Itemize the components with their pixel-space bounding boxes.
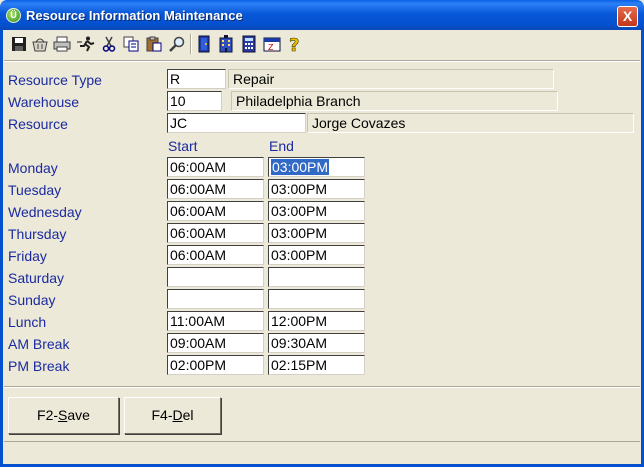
save-icon[interactable]	[9, 33, 29, 55]
schedule-row-label: Saturday	[8, 270, 65, 286]
svg-text:Z: Z	[268, 43, 274, 52]
resource-type-description: Repair	[228, 69, 554, 89]
calculator-icon[interactable]	[239, 33, 259, 55]
help-icon[interactable]: ?	[285, 33, 305, 55]
start-time-input[interactable]: 06:00AM	[167, 223, 264, 243]
warehouse-input[interactable]: 10	[167, 91, 222, 111]
schedule-row-label: Lunch	[8, 314, 47, 330]
paste-icon[interactable]	[144, 33, 164, 55]
start-column-header: Start	[168, 138, 198, 154]
resource-type-input[interactable]: R	[167, 69, 226, 89]
end-time-input[interactable]: 03:00PM	[268, 201, 365, 221]
calendar-icon[interactable]: Z	[262, 33, 282, 55]
start-time-input[interactable]: 06:00AM	[167, 157, 264, 177]
end-time-input[interactable]: 03:00PM	[268, 223, 365, 243]
end-time-input[interactable]	[268, 267, 365, 287]
save-button-hotkey: S	[58, 407, 68, 423]
toolbar: Z ?	[4, 31, 640, 57]
find-icon[interactable]	[167, 33, 187, 55]
status-bar	[4, 441, 640, 464]
copy-icon[interactable]	[121, 33, 141, 55]
toolbar-separator	[190, 34, 192, 54]
end-column-header: End	[269, 138, 294, 154]
warehouse-description: Philadelphia Branch	[231, 91, 558, 111]
schedule-row-label: Friday	[8, 248, 47, 264]
schedule-row-label: Wednesday	[8, 204, 82, 220]
svg-text:?: ?	[289, 35, 299, 53]
start-time-input[interactable]: 09:00AM	[167, 333, 264, 353]
window-frame-left	[0, 30, 3, 467]
start-time-input[interactable]	[167, 267, 264, 287]
start-time-input[interactable]: 06:00AM	[167, 201, 264, 221]
delete-button-hotkey: D	[172, 407, 183, 423]
close-button[interactable]: X	[617, 6, 638, 27]
app-icon: Ü	[6, 8, 21, 23]
end-time-input[interactable]: 12:00PM	[268, 311, 365, 331]
end-time-input[interactable]: 03:00PM	[268, 179, 365, 199]
exit-door-icon[interactable]	[194, 33, 214, 55]
selected-text: 03:00PM	[271, 159, 330, 175]
schedule-row-label: PM Break	[8, 358, 70, 374]
schedule-row-label: Monday	[8, 160, 58, 176]
start-time-input[interactable]: 02:00PM	[167, 355, 264, 375]
save-button[interactable]: F2-Save	[8, 397, 119, 434]
delete-button-prefix: F4-	[151, 407, 173, 423]
start-time-input[interactable]: 06:00AM	[167, 245, 264, 265]
window-title: Resource Information Maintenance	[26, 8, 243, 23]
resource-type-label: Resource Type	[8, 72, 102, 88]
schedule-row-label: AM Break	[8, 336, 70, 352]
schedule-row-label: Tuesday	[8, 182, 62, 198]
schedule-row-label: Sunday	[8, 292, 56, 308]
run-icon[interactable]	[76, 33, 96, 55]
resource-maintenance-window: Ü Resource Information Maintenance X Z ?…	[0, 0, 644, 467]
end-time-input[interactable]: 03:00PM	[268, 157, 365, 177]
end-time-input[interactable]	[268, 289, 365, 309]
start-time-input[interactable]	[167, 289, 264, 309]
title-bar[interactable]: Ü Resource Information Maintenance X	[0, 0, 644, 30]
end-time-input[interactable]: 02:15PM	[268, 355, 365, 375]
building-icon[interactable]	[216, 33, 236, 55]
toolbar-divider	[4, 60, 640, 62]
delete-button-rest: el	[182, 407, 194, 423]
basket-icon[interactable]	[30, 33, 50, 55]
cut-icon[interactable]	[99, 33, 119, 55]
form-divider	[4, 386, 640, 388]
warehouse-label: Warehouse	[8, 94, 80, 110]
resource-input[interactable]: JC	[167, 113, 306, 133]
schedule-row-label: Thursday	[8, 226, 67, 242]
end-time-input[interactable]: 03:00PM	[268, 245, 365, 265]
save-button-rest: ave	[67, 407, 90, 423]
resource-description: Jorge Covazes	[307, 113, 634, 133]
resource-label: Resource	[8, 116, 68, 132]
end-time-input[interactable]: 09:30AM	[268, 333, 365, 353]
save-button-prefix: F2-	[37, 407, 59, 423]
print-icon[interactable]	[52, 33, 72, 55]
delete-button[interactable]: F4-Del	[124, 397, 221, 434]
start-time-input[interactable]: 11:00AM	[167, 311, 264, 331]
start-time-input[interactable]: 06:00AM	[167, 179, 264, 199]
